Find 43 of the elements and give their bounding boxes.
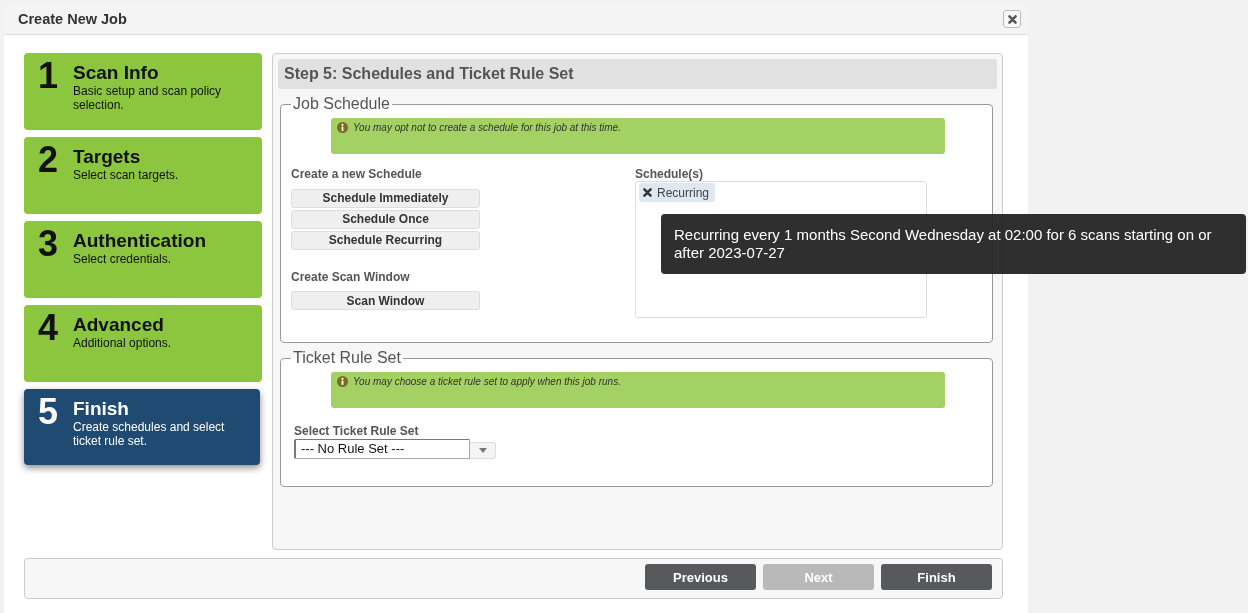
field-label: Create Scan Window	[291, 269, 410, 286]
step-title: Scan Info	[73, 62, 159, 84]
step-title: Advanced	[73, 314, 164, 336]
dropdown-button[interactable]	[470, 442, 496, 459]
step-number: 5	[38, 394, 60, 430]
field-label: Create a new Schedule	[291, 167, 422, 183]
step-title: Targets	[73, 146, 141, 168]
note-text: You may opt not to create a schedule for this job at this time.	[353, 122, 621, 134]
step-description: Create schedules and select ticket rule set.	[73, 420, 226, 448]
step-title: Authentication	[73, 230, 206, 252]
footer-button[interactable]: Previous	[645, 564, 756, 590]
tooltip: Recurring every 1 months Second Wednesday at 02:00 for 6 scans starting on or after 2023-07-27	[661, 214, 1246, 274]
schedule-button[interactable]: Schedule Immediately	[291, 188, 480, 208]
field-label: Select Ticket Rule Set	[294, 424, 419, 438]
close-icon	[1007, 14, 1017, 24]
step-card[interactable]: 5 Finish Create schedules and select ticket rule set.	[24, 389, 260, 465]
step-number: 4	[38, 310, 60, 346]
step-number: 1	[38, 58, 60, 94]
step-title: Finish	[73, 398, 129, 420]
schedule-button[interactable]: Schedule Recurring	[291, 230, 480, 250]
step-description: Basic setup and scan policy selection.	[73, 84, 223, 112]
window-title: Create New Job	[18, 11, 127, 27]
step-number: 3	[38, 226, 60, 262]
close-button[interactable]	[1003, 10, 1021, 28]
close-icon	[643, 188, 652, 197]
field-label: Schedule(s)	[635, 167, 703, 181]
section-legend: Job Schedule	[291, 95, 392, 113]
step-description: Select scan targets.	[73, 168, 179, 182]
schedule-button[interactable]: Scan Window	[291, 291, 480, 311]
schedule-tag[interactable]: Recurring	[639, 183, 716, 202]
step-heading: Step 5: Schedules and Ticket Rule Set	[278, 59, 997, 89]
step-number: 2	[38, 142, 60, 178]
note-text: You may choose a ticket rule set to apply when this job runs.	[353, 376, 621, 388]
step-card[interactable]: 1 Scan Info Basic setup and scan policy selection.	[24, 53, 262, 130]
step-description: Select credentials.	[73, 252, 172, 266]
info-icon	[337, 376, 348, 387]
footer-button[interactable]: Finish	[881, 564, 992, 590]
schedule-button[interactable]: Schedule Once	[291, 209, 480, 229]
step-description: Additional options.	[73, 336, 172, 350]
caret-icon	[478, 448, 487, 453]
section-legend: Ticket Rule Set	[291, 349, 403, 367]
select-field[interactable]: --- No Rule Set ---	[294, 439, 470, 459]
info-icon	[337, 122, 348, 133]
